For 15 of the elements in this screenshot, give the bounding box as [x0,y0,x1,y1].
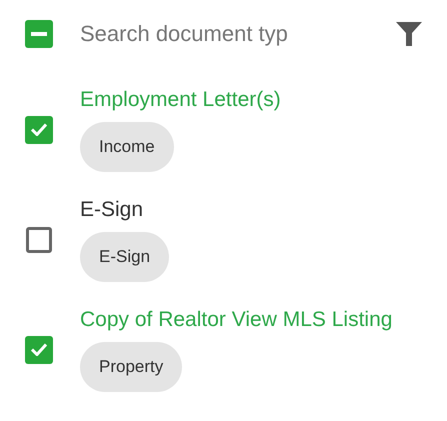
check-icon [31,343,47,356]
checkbox[interactable] [25,336,53,364]
document-title: Employment Letter(s) [80,87,281,113]
document-title: Copy of Realtor View MLS Listing [80,307,392,333]
checkbox[interactable] [26,226,52,252]
checkbox[interactable] [25,20,53,48]
filter-icon[interactable] [396,21,422,47]
category-tag: E-Sign [80,232,170,282]
checkbox[interactable] [25,116,53,144]
category-tag: Property [80,342,182,392]
category-tag: Income [80,122,174,172]
search-field[interactable]: Search document typ [80,21,380,47]
check-icon [31,123,47,136]
minus-icon [31,32,47,36]
document-title: E-Sign [80,197,144,223]
